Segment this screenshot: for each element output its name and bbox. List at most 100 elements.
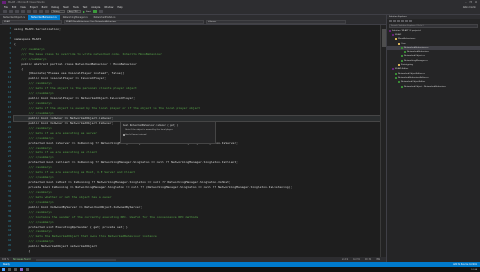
code-comment: /// </summary> <box>14 219 54 224</box>
code-comment: /// Gets if we are executing as server <box>14 130 98 135</box>
solution-tree-label: NetworkedObjectEditor <box>401 81 426 84</box>
code-comment: /// Contains the sender of the currently… <box>14 214 199 219</box>
code-comment: /// <summary> <box>14 165 52 170</box>
code-text: public bool IsOwnedByServer => Networked… <box>14 204 143 209</box>
code-text: protected uint ExecutingRpcSender { get;… <box>14 224 128 229</box>
refresh-icon[interactable] <box>397 19 400 23</box>
visual-studio-taskbar-icon[interactable] <box>20 268 23 271</box>
code-text: [Obsolete("Please use IsLocalPlayer inst… <box>14 71 125 76</box>
code-comment: /// Gets if we are executing as client <box>14 150 98 155</box>
redo-icon[interactable] <box>45 10 49 13</box>
project-icon <box>392 68 394 71</box>
code-text: public bool isOwner => NetworkedObject.i… <box>14 115 114 120</box>
code-comment: /// The base class to override to write … <box>14 51 163 56</box>
open-icon[interactable] <box>21 10 25 13</box>
windows-start-icon[interactable] <box>2 268 5 271</box>
project-dropdown[interactable]: MLAPI <box>2 20 62 24</box>
code-comment: /// <summary> <box>14 229 52 234</box>
solution-explorer: Solution Explorer Search Solution Explor… <box>386 15 480 262</box>
code-text: protected bool isHost => IsRunning ?? Ne… <box>14 180 231 185</box>
horizontal-scrollbar[interactable] <box>36 258 117 261</box>
insert-mode-indicator: INS <box>376 258 380 261</box>
issues-indicator[interactable]: No issues found <box>13 258 30 261</box>
search-icon[interactable] <box>8 268 11 271</box>
code-comment: /// </summary> <box>14 175 54 180</box>
csharp-file-icon <box>401 59 403 62</box>
folder-icon <box>398 64 400 67</box>
code-line[interactable]: 46 { <box>8 249 386 254</box>
code-text: public NetworkedObject networkedObject <box>14 244 98 249</box>
undo-icon[interactable] <box>39 10 43 13</box>
save-icon[interactable] <box>27 10 31 13</box>
code-comment: /// Gets if the object is owned by the l… <box>14 106 201 110</box>
breakpoint-icon[interactable] <box>98 10 103 13</box>
code-comment: /// </summary> <box>14 56 47 61</box>
properties-icon[interactable] <box>409 19 412 23</box>
file-explorer-icon[interactable] <box>14 268 17 271</box>
code-text: { <box>14 41 16 46</box>
char-indicator: Ch 31 <box>364 258 372 261</box>
solution-tree-label: NetworkedObject.cs <box>404 55 425 58</box>
code-text: public bool IsLocalPlayer => NetworkedOb… <box>14 96 136 101</box>
code-text: public bool IsOwner => NetworkedObject.I… <box>14 120 114 125</box>
solution-tree-label: NetworkedObjectEditor.cs <box>398 72 425 75</box>
solution-tree-label: NetworkedObject : NetworkedBehaviour <box>404 85 446 88</box>
play-icon <box>83 10 85 13</box>
class-dropdown[interactable]: MLAPI.MonoBehaviours.Core.NetworkedBehav… <box>64 20 204 24</box>
sync-icon[interactable] <box>393 19 396 23</box>
solution-toolbar <box>387 19 480 23</box>
save-all-icon[interactable] <box>33 10 37 13</box>
solution-search-input[interactable]: Search Solution Explorer (Ctrl+;) <box>389 23 478 28</box>
solution-tree-label: NetworkedBehaviour <box>407 51 429 54</box>
back-icon[interactable] <box>3 10 7 13</box>
csharp-file-icon <box>401 85 403 88</box>
column-indicator: Col 31 <box>352 258 360 261</box>
tooltip-description: Gets if the object is owned by the local… <box>125 129 173 131</box>
forward-icon[interactable] <box>9 10 13 13</box>
solution-tree: Solution 'MLAPI' (3 projects) MLAPI MonoBe… <box>387 29 480 89</box>
tooltip-deprecated: Use IsOwner instead <box>125 134 147 136</box>
home-icon[interactable] <box>389 19 392 23</box>
code-comment: /// Gets the NetworkedObject that owns t… <box>14 234 157 239</box>
csharp-file-icon <box>395 72 397 75</box>
close-button[interactable]: ✕ <box>475 1 477 4</box>
line-number: 46 <box>7 249 11 253</box>
member-dropdown[interactable]: isServer <box>206 20 346 24</box>
code-comment: /// <summary> <box>14 81 52 86</box>
browser-icon[interactable] <box>26 268 29 271</box>
folder-icon <box>395 38 397 41</box>
project-icon <box>392 33 394 36</box>
config-select[interactable]: Debug <box>51 10 65 13</box>
code-comment: /// </summary> <box>14 91 54 96</box>
code-comment: /// </summary> <box>14 110 54 115</box>
status-text: Ready <box>3 263 10 266</box>
run-icon[interactable] <box>92 10 97 13</box>
windows-taskbar: 12:34 <box>0 267 480 272</box>
solution-tree-label: NetworkedBehaviourEditor.cs <box>398 76 429 79</box>
code-comment: /// </summary> <box>14 239 54 244</box>
code-text: public abstract partial class NetworkedB… <box>14 61 137 66</box>
zoom-level[interactable]: 100 % <box>2 258 9 261</box>
quick-info-tooltip: bool NetworkedBehaviour.isOwner { get; }… <box>120 121 216 144</box>
new-project-icon[interactable] <box>15 10 19 13</box>
start-button[interactable]: Start <box>83 10 91 13</box>
code-comment: /// </summary> <box>14 155 54 160</box>
solution-tree-label: MLAPI-Editor <box>395 68 409 71</box>
code-text: protected bool isClient => IsRunning ?? … <box>14 160 238 165</box>
tooltip-signature: bool NetworkedBehaviour.isOwner { get; } <box>123 123 179 127</box>
platform-select[interactable]: Any CPU <box>67 10 81 13</box>
solution-tree-item[interactable]: NetworkedObject : NetworkedBehaviour <box>387 84 480 88</box>
collapse-all-icon[interactable] <box>401 19 404 23</box>
show-all-files-icon[interactable] <box>405 19 408 23</box>
code-comment: /// <summary> <box>14 46 45 51</box>
source-control-button[interactable]: Add to Source Control <box>453 263 477 266</box>
code-comment: /// </summary> <box>14 135 54 140</box>
line-indicator: Ln 19 <box>341 258 348 261</box>
window-title: MLAPI - Microsoft Visual Studio <box>8 1 45 4</box>
code-comment: /// Gets if we are executing as Host, I.… <box>14 170 136 175</box>
code-comment: /// </summary> <box>14 199 54 204</box>
maximize-button[interactable]: ❐ <box>469 1 471 4</box>
code-comment: /// Gets if the object is the personal c… <box>14 86 137 91</box>
csharp-file-icon <box>398 81 400 84</box>
minimize-button[interactable]: – <box>465 1 466 4</box>
